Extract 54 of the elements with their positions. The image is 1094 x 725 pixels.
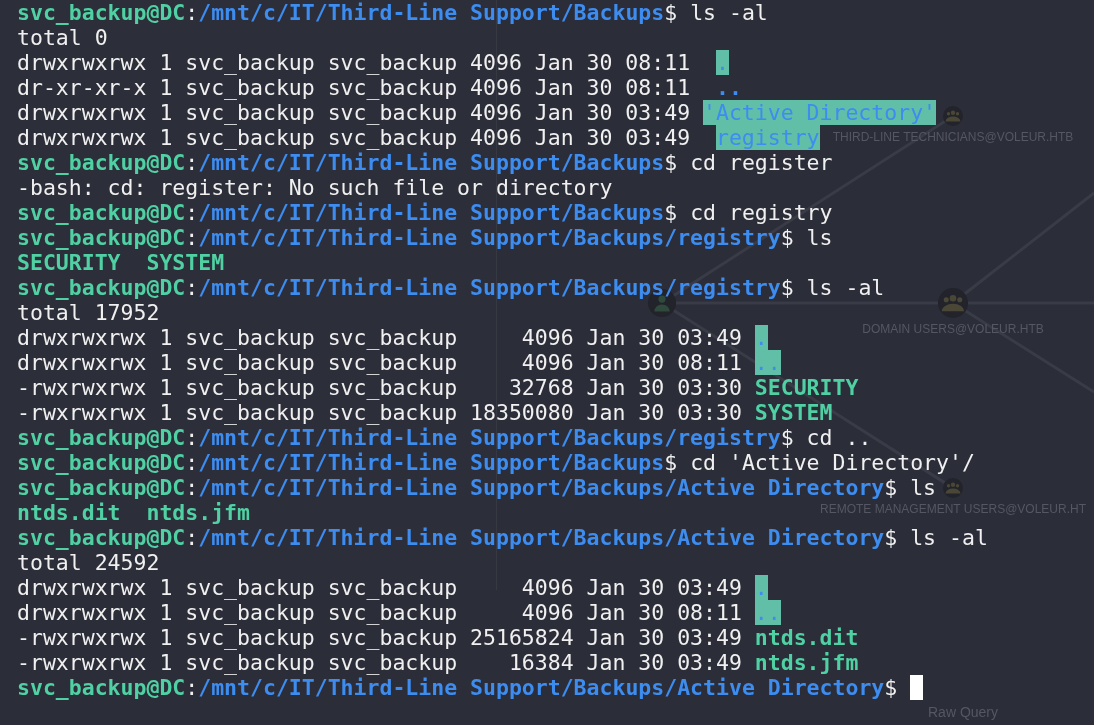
file-name: . xyxy=(754,575,768,600)
file-details: -rwxrwxrwx 1 svc_backup svc_backup 16384 Jan 30 03:49 xyxy=(17,650,742,675)
file-details: -rwxrwxrwx 1 svc_backup svc_backup 18350080 Jan 30 03:30 xyxy=(17,400,742,425)
output-text: total 0 xyxy=(17,25,108,50)
file-details: drwxrwxrwx 1 svc_backup svc_backup 4096 Jan 30 03:49 xyxy=(17,325,742,350)
command-text: ls xyxy=(806,225,833,250)
shell-prompt: svc_backup@DC:/mnt/c/IT/Third-Line Support/Backups/Active Directory$ xyxy=(17,475,898,500)
file-name: ntds.dit xyxy=(17,500,121,525)
file-details: -rwxrwxrwx 1 svc_backup svc_backup 25165824 Jan 30 03:49 xyxy=(17,625,742,650)
command-text: cd register xyxy=(690,150,833,175)
file-name: SYSTEM xyxy=(146,250,225,275)
group-node-icon[interactable] xyxy=(943,106,963,126)
shell-prompt: svc_backup@DC:/mnt/c/IT/Third-Line Support/Backups/Active Directory$ xyxy=(17,675,898,700)
shell-prompt: svc_backup@DC:/mnt/c/IT/Third-Line Support/Backups$ xyxy=(17,200,678,225)
output-text: total 17952 xyxy=(17,300,160,325)
file-details: drwxrwxrwx 1 svc_backup svc_backup 4096 Jan 30 03:49 xyxy=(17,125,691,150)
file-name: .. xyxy=(754,600,781,625)
file-name: .. xyxy=(715,75,742,100)
group-node-icon[interactable] xyxy=(943,478,963,498)
shell-prompt: svc_backup@DC:/mnt/c/IT/Third-Line Support/Backups$ xyxy=(17,450,678,475)
command-text: ls -al xyxy=(690,0,768,25)
command-text: ls -al xyxy=(806,275,885,300)
shell-prompt: svc_backup@DC:/mnt/c/IT/Third-Line Support/Backups$ xyxy=(17,0,678,25)
file-name: ntds.dit xyxy=(754,625,859,650)
command-text: cd 'Active Directory'/ xyxy=(690,450,975,475)
file-name: registry xyxy=(715,125,820,150)
file-details: drwxrwxrwx 1 svc_backup svc_backup 4096 Jan 30 08:11 xyxy=(17,600,742,625)
file-name: ntds.jfm xyxy=(146,500,250,525)
command-text: ls xyxy=(910,475,937,500)
shell-prompt: svc_backup@DC:/mnt/c/IT/Third-Line Support/Backups/registry$ xyxy=(17,225,794,250)
error-message: -bash: cd: register: No such file or directory xyxy=(17,175,613,200)
file-details: drwxrwxrwx 1 svc_backup svc_backup 4096 Jan 30 08:11 xyxy=(17,50,691,75)
file-name: SECURITY xyxy=(17,250,121,275)
command-text: cd .. xyxy=(806,425,872,450)
file-details: drwxrwxrwx 1 svc_backup svc_backup 4096 Jan 30 08:11 xyxy=(17,350,742,375)
file-details: -rwxrwxrwx 1 svc_backup svc_backup 32768 Jan 30 03:30 xyxy=(17,375,742,400)
file-name: . xyxy=(754,325,768,350)
file-details: drwxrwxrwx 1 svc_backup svc_backup 4096 Jan 30 03:49 xyxy=(17,100,691,125)
file-name: .. xyxy=(754,350,781,375)
command-text: ls -al xyxy=(910,525,988,550)
group-node-icon[interactable] xyxy=(938,288,968,318)
shell-prompt: svc_backup@DC:/mnt/c/IT/Third-Line Support/Backups/registry$ xyxy=(17,425,794,450)
shell-prompt: svc_backup@DC:/mnt/c/IT/Third-Line Support/Backups$ xyxy=(17,150,678,175)
file-name: . xyxy=(715,50,729,75)
file-name: ntds.jfm xyxy=(754,650,859,675)
file-name: 'Active Directory' xyxy=(703,100,937,125)
file-details: dr-xr-xr-x 1 svc_backup svc_backup 4096 Jan 30 08:11 xyxy=(17,75,691,100)
command-text: cd registry xyxy=(690,200,833,225)
output-text: total 24592 xyxy=(17,550,160,575)
file-name: SECURITY xyxy=(754,375,859,400)
shell-prompt: svc_backup@DC:/mnt/c/IT/Third-Line Support/Backups/Active Directory$ xyxy=(17,525,898,550)
file-details: drwxrwxrwx 1 svc_backup svc_backup 4096 Jan 30 03:49 xyxy=(17,575,742,600)
shell-prompt: svc_backup@DC:/mnt/c/IT/Third-Line Support/Backups/registry$ xyxy=(17,275,794,300)
file-name: SYSTEM xyxy=(754,400,833,425)
